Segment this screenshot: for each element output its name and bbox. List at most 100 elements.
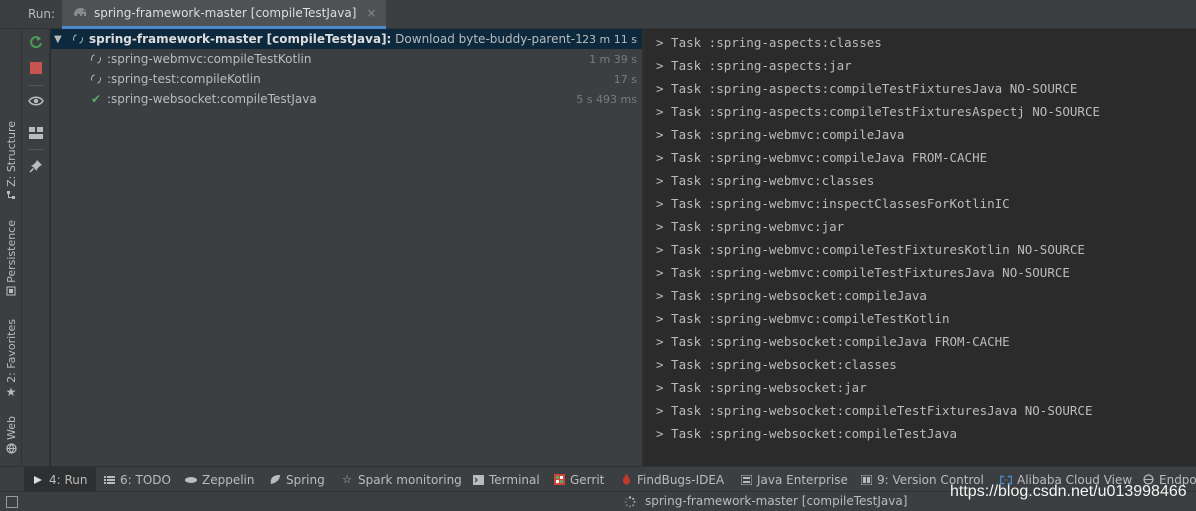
- tab-favorites-label: 2: Favorites: [4, 319, 18, 383]
- run-label: Run:: [28, 7, 56, 21]
- console-output[interactable]: > Task :spring-aspects:classes > Task :s…: [643, 29, 1196, 466]
- spring-icon: [269, 474, 281, 485]
- tab-spring[interactable]: Spring: [269, 467, 325, 492]
- close-icon[interactable]: ×: [366, 6, 376, 20]
- tab-java-enterprise-label: Java Enterprise: [757, 472, 848, 487]
- rerun-button[interactable]: [27, 33, 45, 51]
- tab-gerrit[interactable]: Gerrit: [553, 467, 604, 492]
- console-line: > Task :spring-websocket:jar: [656, 380, 867, 395]
- task-time: 5 s 493 ms: [576, 92, 637, 106]
- java-enterprise-icon: [740, 474, 752, 485]
- console-line: > Task :spring-webmvc:compileTestFixture…: [656, 265, 1070, 280]
- watermark-url: https://blog.csdn.net/u013998466: [950, 483, 1187, 500]
- tab-structure-label: Z: Structure: [4, 121, 18, 187]
- structure-icon: [6, 190, 16, 202]
- console-line: > Task :spring-webmvc:compileTestFixture…: [656, 242, 1085, 257]
- spark-icon: ☆: [342, 473, 352, 486]
- eye-icon: [28, 96, 44, 106]
- task-time: 1 m 39 s: [589, 52, 637, 66]
- console-line: > Task :spring-webmvc:classes: [656, 173, 875, 188]
- tab-todo-label: 6: TODO: [120, 472, 171, 487]
- tree-row-root[interactable]: ▼ spring-framework-master [compileTestJa…: [51, 29, 642, 49]
- terminal-icon: [472, 474, 484, 485]
- build-tree: ▼ spring-framework-master [compileTestJa…: [51, 29, 642, 466]
- running-spinner-icon: [89, 52, 103, 66]
- run-icon: [32, 475, 44, 485]
- gradle-elephant-icon: [72, 6, 88, 21]
- console-line: > Task :spring-webmvc:jar: [656, 219, 845, 234]
- running-spinner-icon: [89, 72, 103, 86]
- run-toolbar: [22, 29, 50, 466]
- console-line: > Task :spring-websocket:compileJava FRO…: [656, 334, 1010, 349]
- findbugs-icon: [620, 474, 632, 485]
- tab-favorites[interactable]: 2: Favorites ★: [1, 319, 21, 398]
- console-line: > Task :spring-aspects:compileTestFixtur…: [656, 104, 1101, 119]
- task-label: :spring-test:compileKotlin: [107, 72, 261, 86]
- stop-button[interactable]: [27, 59, 45, 77]
- stop-icon: [30, 62, 42, 74]
- root-task-time: 23 m 11 s: [582, 32, 637, 46]
- layout-icon: [29, 127, 43, 139]
- task-label: :spring-webmvc:compileTestKotlin: [107, 52, 312, 66]
- tab-gerrit-label: Gerrit: [570, 472, 605, 487]
- rerun-icon: [30, 36, 42, 49]
- tab-persistence-label: Persistence: [4, 220, 18, 283]
- pin-button[interactable]: [27, 157, 45, 175]
- zeppelin-icon: [185, 476, 197, 484]
- tab-terminal[interactable]: Terminal: [472, 467, 540, 492]
- version-control-icon: [860, 474, 872, 485]
- pin-icon: [29, 160, 42, 173]
- status-progress-text[interactable]: spring-framework-master [compileTestJava…: [645, 494, 907, 508]
- tab-structure[interactable]: Z: Structure: [1, 121, 21, 202]
- console-line: > Task :spring-websocket:compileTestJava: [656, 426, 958, 441]
- tab-web[interactable]: Web: [1, 416, 21, 456]
- toolbar-separator: [28, 149, 44, 150]
- console-line: > Task :spring-websocket:classes: [656, 357, 897, 372]
- task-label: :spring-websocket:compileTestJava: [107, 92, 317, 106]
- run-tab-title: spring-framework-master [compileTestJava…: [94, 6, 357, 20]
- console-line: > Task :spring-aspects:classes: [656, 35, 882, 50]
- tab-zeppelin[interactable]: Zeppelin: [185, 467, 255, 492]
- tree-row[interactable]: :spring-webmvc:compileTestKotlin 1 m 39 …: [51, 49, 642, 69]
- check-icon: ✔: [90, 92, 102, 106]
- tree-row[interactable]: :spring-test:compileKotlin 17 s: [51, 69, 642, 89]
- layout-button[interactable]: [27, 124, 45, 142]
- tab-findbugs[interactable]: FindBugs-IDEA: [620, 467, 724, 492]
- tool-window-toggle[interactable]: [6, 496, 18, 508]
- view-button[interactable]: [27, 92, 45, 110]
- tab-spark-monitoring[interactable]: ☆ Spark monitoring: [341, 467, 462, 492]
- console-line: > Task :spring-websocket:compileTestFixt…: [656, 403, 1093, 418]
- console-line: > Task :spring-webmvc:compileJava: [656, 127, 905, 142]
- root-task-detail: Download byte-buddy-parent-1.8.15.pom: [395, 32, 584, 46]
- console-line: > Task :spring-websocket:compileJava: [656, 288, 927, 303]
- run-tool-window-header: Run: spring-framework-master [compileTes…: [0, 0, 1196, 29]
- persistence-icon: [6, 286, 16, 298]
- tree-row[interactable]: ✔ :spring-websocket:compileTestJava 5 s …: [51, 89, 642, 109]
- running-spinner-icon: [71, 32, 85, 46]
- gerrit-icon: [553, 474, 565, 485]
- console-line: > Task :spring-aspects:compileTestFixtur…: [656, 81, 1078, 96]
- tab-findbugs-label: FindBugs-IDEA: [637, 472, 725, 487]
- run-tab[interactable]: spring-framework-master [compileTestJava…: [62, 0, 387, 29]
- tab-persistence[interactable]: Persistence: [1, 220, 21, 298]
- tab-spring-label: Spring: [286, 472, 325, 487]
- console-line: > Task :spring-webmvc:inspectClassesForK…: [656, 196, 1010, 211]
- tab-spark-label: Spark monitoring: [358, 472, 462, 487]
- console-line: > Task :spring-aspects:jar: [656, 58, 852, 73]
- tab-todo[interactable]: 6: TODO: [103, 467, 171, 492]
- tab-run[interactable]: 4: Run: [24, 467, 96, 492]
- chevron-down-icon[interactable]: ▼: [54, 34, 62, 45]
- tab-terminal-label: Terminal: [489, 472, 540, 487]
- console-line: > Task :spring-webmvc:compileJava FROM-C…: [656, 150, 988, 165]
- web-icon: [5, 443, 17, 456]
- tab-java-enterprise[interactable]: Java Enterprise: [740, 467, 848, 492]
- console-line: > Task :spring-webmvc:compileTestKotlin: [656, 311, 950, 326]
- todo-icon: [103, 475, 115, 485]
- star-icon: ★: [5, 384, 17, 399]
- tab-web-label: Web: [4, 416, 18, 440]
- progress-spinner-icon: [624, 496, 636, 508]
- root-task-label: spring-framework-master [compileTestJava…: [89, 32, 392, 46]
- tab-run-label: 4: Run: [49, 472, 88, 487]
- left-tool-strip: Z: Structure Persistence 2: Favorites ★ …: [0, 29, 22, 466]
- tab-zeppelin-label: Zeppelin: [202, 472, 255, 487]
